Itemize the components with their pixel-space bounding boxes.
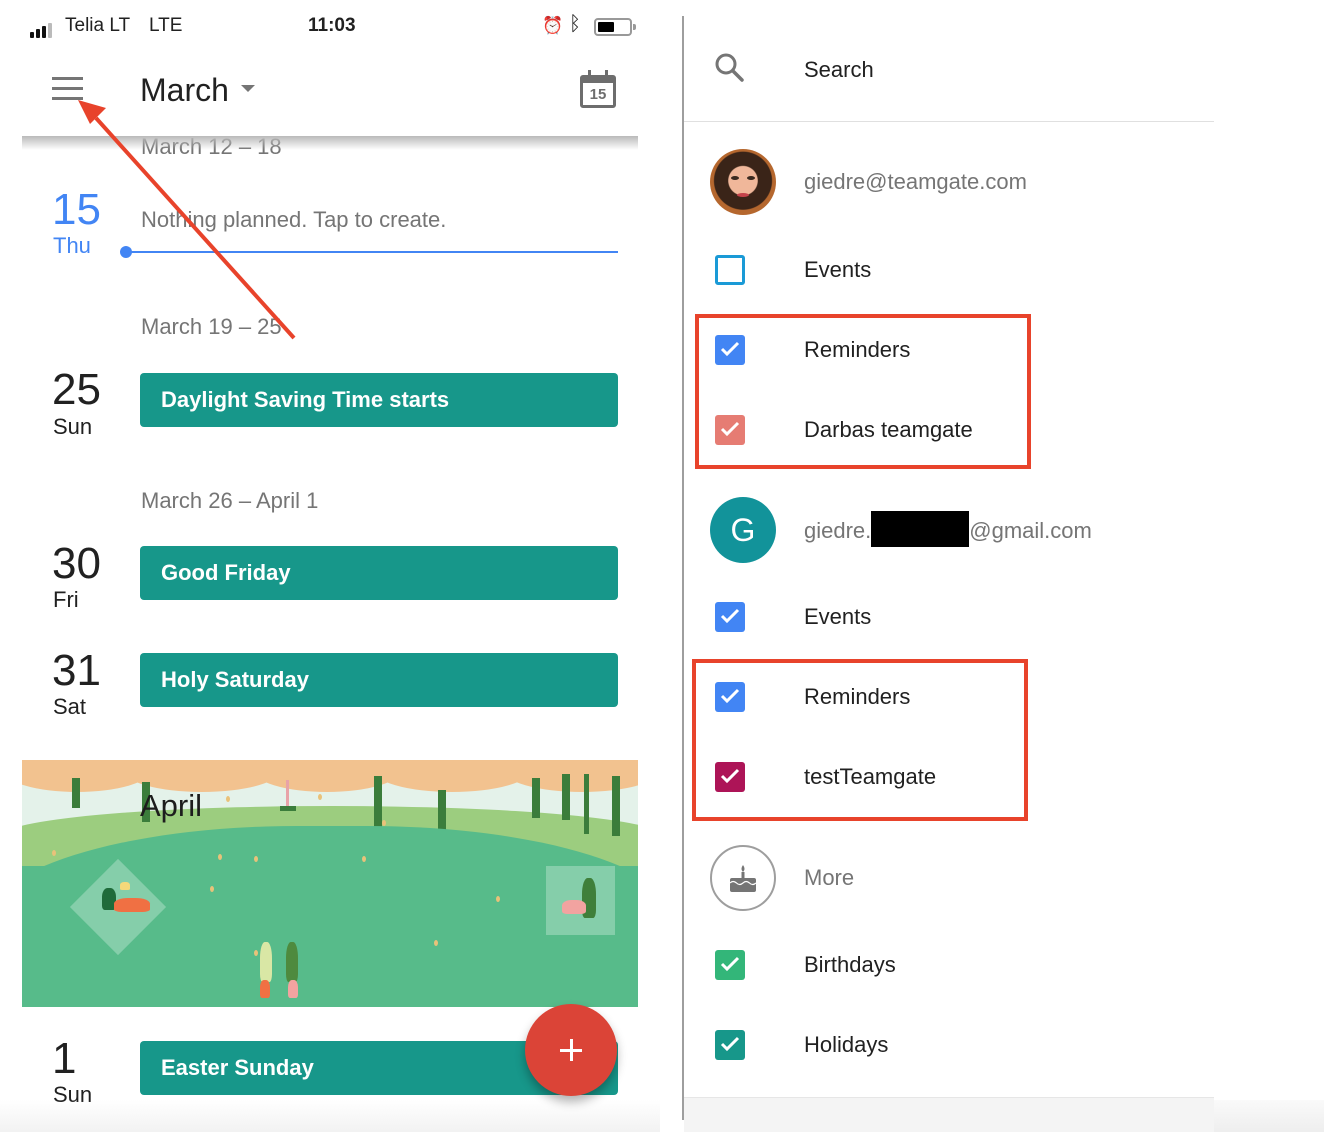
day-number: 30 <box>52 539 101 588</box>
day-number: 25 <box>52 365 101 414</box>
network-type: LTE <box>149 15 183 36</box>
day-name: Fri <box>53 587 79 612</box>
carrier-name: Telia LT <box>65 15 131 36</box>
alarm-icon: ⏰ <box>542 16 564 35</box>
calendar-label: Events <box>804 257 872 282</box>
calendar-label: Reminders <box>804 684 911 709</box>
account-header: G giedre. @gmail.com <box>684 497 1214 567</box>
calendar-label: Darbas teamgate <box>804 417 973 442</box>
email-prefix: giedre. <box>804 517 872 543</box>
bluetooth-icon: ᛒ <box>569 13 581 35</box>
search-icon <box>715 53 744 82</box>
clock: 11:03 <box>308 15 356 36</box>
april-label: April <box>140 788 203 823</box>
battery-icon <box>594 18 636 36</box>
search-label: Search <box>804 57 874 82</box>
nothing-planned-text[interactable]: Nothing planned. Tap to create. <box>141 207 446 233</box>
account-email: giedre. @gmail.com <box>804 511 1092 547</box>
calendar-toggle-reminders[interactable]: Reminders <box>684 672 1214 722</box>
april-month-banner: April <box>22 760 638 1007</box>
day-name: Thu <box>53 233 91 258</box>
avatar: G <box>710 497 776 563</box>
more-label: More <box>804 865 855 890</box>
checkbox-checked-icon[interactable] <box>715 762 745 792</box>
calendar-label: Birthdays <box>804 952 896 977</box>
checkbox-checked-icon[interactable] <box>715 602 745 632</box>
navigation-drawer: Search giedre@teamgate.com Events Remind… <box>684 0 1324 1132</box>
avatar <box>710 149 776 215</box>
calendar-toggle-reminders[interactable]: Reminders <box>684 325 1214 375</box>
day-name: Sun <box>53 414 93 439</box>
drawer-separator <box>684 121 1214 122</box>
current-time-line <box>126 251 618 253</box>
current-time-dot <box>120 246 132 258</box>
calendar-label: testTeamgate <box>804 764 937 789</box>
search-item[interactable]: Search <box>684 40 1214 100</box>
checkbox-checked-icon[interactable] <box>715 335 745 365</box>
calendar-toggle-darbas-teamgate[interactable]: Darbas teamgate <box>684 405 1214 455</box>
today-number: 15 <box>589 86 607 103</box>
calendar-label: Reminders <box>804 337 911 362</box>
account-header: giedre@teamgate.com <box>684 149 1214 219</box>
checkbox-checked-icon[interactable] <box>715 1030 745 1060</box>
redaction-bar <box>871 511 970 547</box>
more-section-header[interactable]: More <box>684 845 1214 911</box>
calendar-toggle-test-teamgate[interactable]: testTeamgate <box>684 752 1214 802</box>
event-chip[interactable]: Daylight Saving Time starts <box>140 373 618 427</box>
event-chip[interactable]: Holy Saturday <box>140 653 618 707</box>
app-bar: March 15 <box>22 54 638 136</box>
calendar-toggle-holidays[interactable]: Holidays <box>684 1020 1214 1070</box>
birthday-cake-icon <box>710 845 776 911</box>
week-label: March 26 – April 1 <box>141 488 319 513</box>
checkbox-checked-icon[interactable] <box>715 415 745 445</box>
account-email: giedre@teamgate.com <box>804 169 1027 194</box>
day-number: 31 <box>52 646 101 695</box>
calendar-label: Holidays <box>804 1032 889 1057</box>
hamburger-menu-icon[interactable] <box>52 77 84 103</box>
calendar-toggle-events[interactable]: Events <box>684 592 1214 642</box>
caret-down-icon <box>240 85 255 93</box>
event-chip[interactable]: Good Friday <box>140 546 618 600</box>
checkbox-unchecked-icon[interactable] <box>715 255 745 285</box>
checkbox-checked-icon[interactable] <box>715 682 745 712</box>
calendar-toggle-events[interactable]: Events <box>684 245 1214 295</box>
day-number: 1 <box>52 1034 77 1083</box>
calendar-today-icon[interactable]: 15 <box>580 70 616 108</box>
email-suffix: @gmail.com <box>969 517 1092 543</box>
day-name: Sat <box>53 694 87 719</box>
calendar-schedule-screen: Telia LT LTE 11:03 ⏰ ᛒ March 15 March 1 2… <box>0 0 660 1132</box>
calendar-label: Events <box>804 604 872 629</box>
calendar-toggle-birthdays[interactable]: Birthdays <box>684 940 1214 990</box>
checkbox-checked-icon[interactable] <box>715 950 745 980</box>
month-title: March <box>140 72 229 108</box>
status-bar: Telia LT LTE 11:03 ⏰ ᛒ <box>28 12 638 42</box>
month-selector[interactable]: March <box>140 72 255 109</box>
week-label: March 19 – 25 <box>141 314 282 339</box>
app-bar-shadow <box>22 136 638 150</box>
create-event-fab[interactable] <box>525 1004 617 1096</box>
day-number: 15 <box>52 185 101 234</box>
